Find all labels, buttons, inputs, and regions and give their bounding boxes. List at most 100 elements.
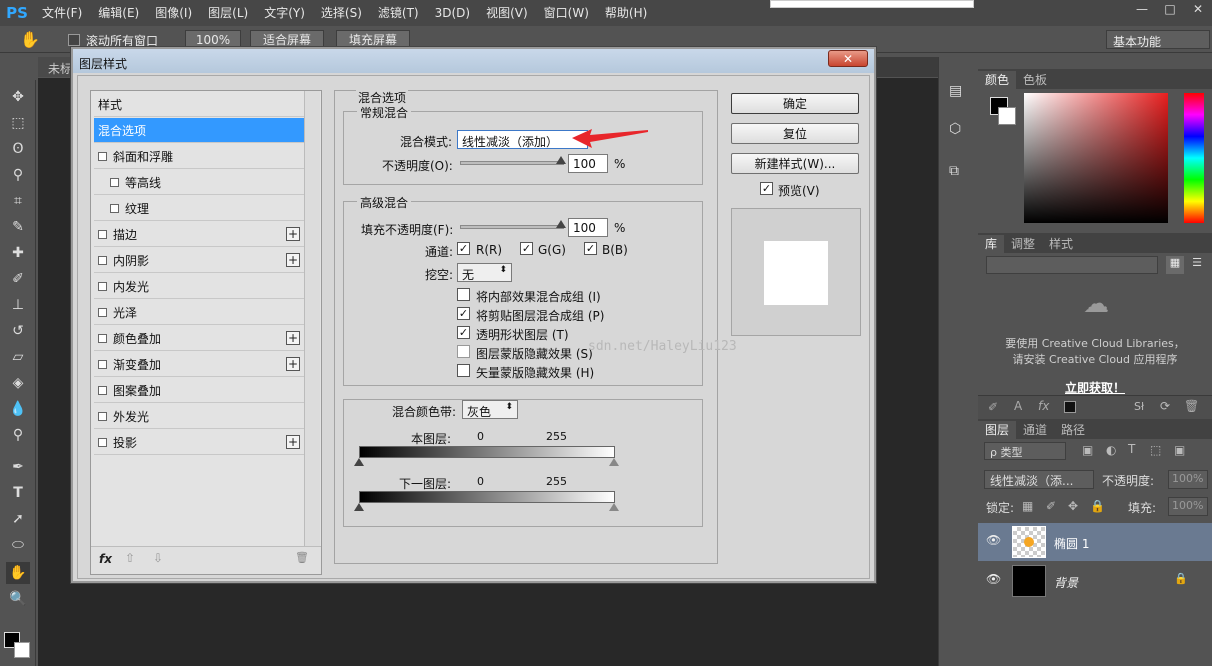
paint-bucket-tool-icon[interactable]: ◈	[6, 372, 30, 394]
add-color-overlay-plus-icon[interactable]: +	[286, 331, 300, 345]
underlying-layer-white-thumb[interactable]	[609, 503, 619, 511]
smart-filter-icon[interactable]: ▣	[1174, 443, 1185, 457]
channel-r-checkbox[interactable]: ✓	[457, 242, 470, 255]
lock-position-icon[interactable]: ✥	[1068, 499, 1078, 513]
style-item-texture[interactable]: 纹理	[94, 196, 304, 221]
color-bg-swatch[interactable]	[998, 107, 1016, 125]
tab-paths[interactable]: 路径	[1054, 421, 1092, 439]
properties-panel-icon[interactable]: ⧉	[949, 163, 969, 183]
style-item-inner-glow[interactable]: 内发光	[94, 274, 304, 299]
style-checkbox[interactable]	[98, 385, 107, 395]
style-checkbox[interactable]	[98, 281, 107, 291]
style-item-stroke[interactable]: 描边 +	[94, 222, 304, 247]
marquee-tool-icon[interactable]: ⬚	[6, 112, 30, 134]
transparency-shapes-checkbox[interactable]: ✓	[457, 326, 470, 339]
style-checkbox[interactable]	[98, 151, 107, 161]
style-item-bevel-emboss[interactable]: 斜面和浮雕	[94, 144, 304, 169]
fill-opacity-field[interactable]: 100	[568, 218, 608, 237]
menu-window[interactable]: 窗口(W)	[536, 0, 597, 26]
menu-filter[interactable]: 滤镜(T)	[370, 0, 427, 26]
character-style-icon[interactable]: A	[1014, 399, 1022, 413]
blend-clipped-checkbox[interactable]: ✓	[457, 307, 470, 320]
channel-g-checkbox[interactable]: ✓	[520, 242, 533, 255]
tab-adjustments[interactable]: 调整	[1004, 235, 1042, 253]
style-item-satin[interactable]: 光泽	[94, 300, 304, 325]
blur-tool-icon[interactable]: 💧	[6, 398, 30, 420]
style-item-contour[interactable]: 等高线	[94, 170, 304, 195]
style-checkbox[interactable]	[98, 229, 107, 239]
style-checkbox[interactable]	[98, 307, 107, 317]
style-item-blending-options[interactable]: 混合选项	[94, 118, 304, 143]
opacity-field[interactable]: 100	[568, 154, 608, 173]
dialog-titlebar[interactable]: 图层样式	[73, 49, 874, 73]
tab-swatches[interactable]: 色板	[1016, 71, 1054, 89]
shape-filter-icon[interactable]: ⬚	[1150, 443, 1161, 457]
delete-effect-icon[interactable]: 🗑	[295, 551, 309, 564]
opacity-slider[interactable]	[460, 161, 564, 165]
fill-opacity-slider[interactable]	[460, 225, 564, 229]
get-it-now-link[interactable]: 立即获取！	[978, 379, 1212, 396]
pixel-filter-icon[interactable]: ▣	[1082, 443, 1093, 457]
stamp-tool-icon[interactable]: ⊥	[6, 294, 30, 316]
fx-menu-icon[interactable]: fx	[99, 552, 112, 566]
style-item-inner-shadow[interactable]: 内阴影 +	[94, 248, 304, 273]
vector-mask-hides-checkbox[interactable]	[457, 364, 470, 377]
tab-styles[interactable]: 样式	[1042, 235, 1080, 253]
menu-edit[interactable]: 编辑(E)	[90, 0, 147, 26]
style-item-pattern-overlay[interactable]: 图案叠加	[94, 378, 304, 403]
blend-if-select[interactable]: 灰色 ⬍	[462, 400, 518, 419]
lock-pixels-icon[interactable]: ✐	[1046, 499, 1056, 513]
tab-color[interactable]: 颜色	[978, 71, 1017, 89]
fx-icon[interactable]: fx	[1038, 399, 1049, 413]
blend-interior-checkbox[interactable]	[457, 288, 470, 301]
hand-tool-icon[interactable]: ✋	[20, 30, 42, 50]
adjust-filter-icon[interactable]: ◐	[1106, 443, 1116, 457]
zoom-tool-icon[interactable]: 🔍	[6, 588, 30, 610]
layer-row-background[interactable]: 👁 背景 🔒	[978, 562, 1212, 600]
menu-file[interactable]: 文件(F)	[34, 0, 90, 26]
dialog-close-button[interactable]: ✕	[828, 50, 868, 67]
menu-type[interactable]: 文字(Y)	[256, 0, 313, 26]
close-window-button[interactable]: ✕	[1184, 0, 1212, 18]
layer-blend-mode-select[interactable]: 线性减淡（添...	[984, 470, 1094, 489]
new-style-button[interactable]: 新建样式(W)...	[731, 153, 859, 174]
brush-icon[interactable]: ✐	[988, 400, 998, 414]
crop-tool-icon[interactable]: ⌗	[6, 190, 30, 212]
type-filter-icon[interactable]: T	[1128, 442, 1135, 456]
quick-select-tool-icon[interactable]: ⚲	[6, 164, 30, 186]
menu-layer[interactable]: 图层(L)	[200, 0, 256, 26]
grid-view-icon[interactable]: ▦	[1166, 256, 1184, 274]
pen-tool-icon[interactable]: ✒	[6, 456, 30, 478]
stock-icon[interactable]: Sł	[1134, 400, 1144, 413]
this-layer-black-thumb[interactable]	[354, 458, 364, 466]
layer-filter-select[interactable]: ρ 类型	[984, 442, 1066, 460]
minimize-button[interactable]: —	[1128, 0, 1156, 18]
layer-fill-field[interactable]: 100%	[1168, 497, 1208, 516]
fill-opacity-slider-thumb[interactable]	[556, 220, 566, 228]
move-down-icon[interactable]: ⇩	[153, 551, 163, 565]
tab-channels[interactable]: 通道	[1016, 421, 1054, 439]
style-checkbox[interactable]	[98, 255, 107, 265]
history-brush-tool-icon[interactable]: ↺	[6, 320, 30, 342]
menu-help[interactable]: 帮助(H)	[597, 0, 655, 26]
style-item-styles[interactable]: 样式	[94, 92, 304, 117]
menu-select[interactable]: 选择(S)	[313, 0, 370, 26]
this-layer-white-thumb[interactable]	[609, 458, 619, 466]
ok-button[interactable]: 确定	[731, 93, 859, 114]
layer-row-ellipse[interactable]: 👁 椭圆 1	[978, 523, 1212, 561]
style-checkbox[interactable]	[98, 359, 107, 369]
ellipse-tool-icon[interactable]: ⬭	[6, 534, 30, 556]
style-list-scrollbar[interactable]	[304, 91, 320, 546]
layer-mask-hides-checkbox[interactable]	[457, 345, 470, 358]
3d-panel-icon[interactable]: ⬡	[949, 121, 969, 141]
style-item-gradient-overlay[interactable]: 渐变叠加 +	[94, 352, 304, 377]
style-item-drop-shadow[interactable]: 投影 +	[94, 430, 304, 455]
color-picker-field[interactable]	[1024, 93, 1168, 223]
menu-view[interactable]: 视图(V)	[478, 0, 536, 26]
library-select[interactable]	[986, 256, 1158, 274]
add-inner-shadow-plus-icon[interactable]: +	[286, 253, 300, 267]
hue-slider[interactable]	[1184, 93, 1204, 223]
dodge-tool-icon[interactable]: ⚲	[6, 424, 30, 446]
preview-checkbox[interactable]: ✓	[760, 182, 773, 195]
move-tool-icon[interactable]: ✥	[6, 86, 30, 108]
